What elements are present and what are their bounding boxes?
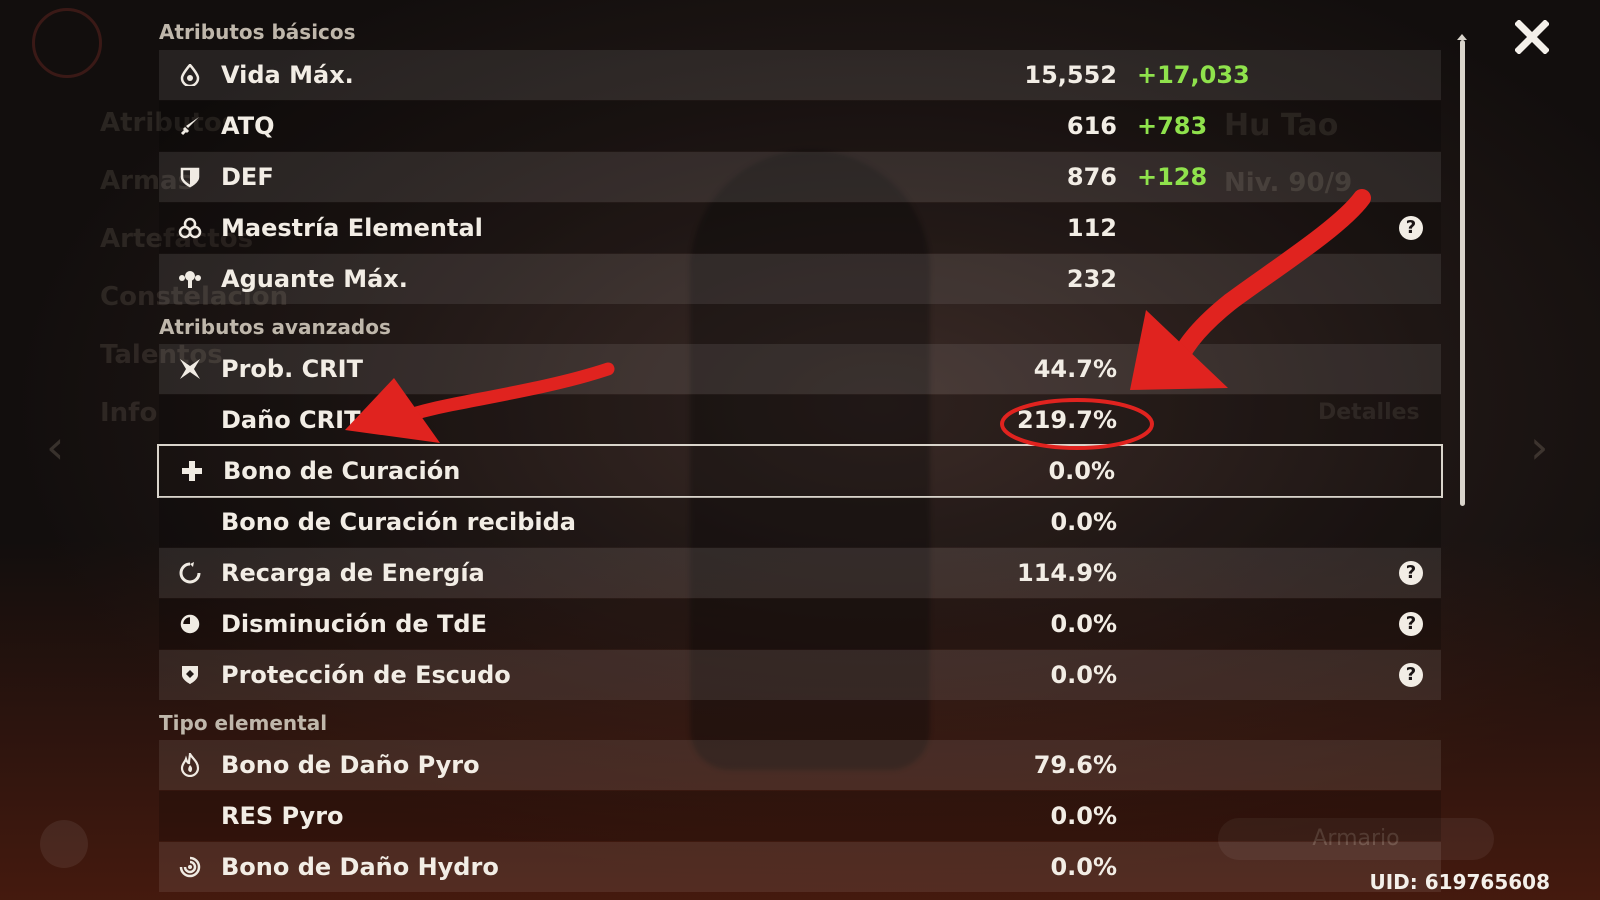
stat-row[interactable]: Daño CRIT 219.7% [159, 395, 1441, 445]
stamina-icon [177, 266, 203, 292]
menu-grid-icon [40, 820, 88, 868]
stat-value: 114.9% [1017, 559, 1117, 587]
cooldown-icon [177, 611, 203, 637]
elemental-mastery-icon [177, 215, 203, 241]
help-icon[interactable]: ? [1399, 612, 1423, 636]
stat-row-selected[interactable]: Bono de Curación 0.0% [157, 444, 1443, 498]
shield-strength-icon [177, 662, 203, 688]
uid-label: UID: 619765608 [1369, 870, 1551, 894]
stat-row[interactable]: Maestría Elemental 112 ? [159, 203, 1441, 253]
stat-value: 44.7% [1033, 355, 1117, 383]
close-button[interactable] [1512, 19, 1552, 60]
stat-label: Bono de Daño Hydro [221, 853, 499, 881]
scrollbar[interactable] [1460, 40, 1465, 506]
stat-row[interactable]: Bono de Daño Hydro 0.0% [159, 842, 1441, 892]
stat-row[interactable]: DEF 876 +128 [159, 152, 1441, 202]
shield-icon [177, 164, 203, 190]
stat-value: 0.0% [1050, 802, 1117, 830]
plus-icon [179, 458, 205, 484]
stat-bonus: +783 [1137, 112, 1208, 140]
section-elemental-title: Tipo elemental [159, 711, 328, 735]
sword-icon [177, 113, 203, 139]
stat-label: Aguante Máx. [221, 265, 408, 293]
stat-row[interactable]: Prob. CRIT 44.7% [159, 344, 1441, 394]
help-icon[interactable]: ? [1399, 216, 1423, 240]
stat-row[interactable]: Bono de Curación recibida 0.0% [159, 497, 1441, 547]
crit-icon [177, 356, 203, 382]
hydro-icon [177, 854, 203, 880]
stat-label: Bono de Curación recibida [221, 508, 576, 536]
stat-row[interactable]: Bono de Daño Pyro 79.6% [159, 740, 1441, 790]
stat-label: Bono de Curación [223, 457, 461, 485]
stat-value: 0.0% [1050, 610, 1117, 638]
stat-row[interactable]: Protección de Escudo 0.0% ? [159, 650, 1441, 700]
stat-value: 0.0% [1050, 508, 1117, 536]
next-arrow-icon: › [1530, 420, 1549, 474]
stat-bonus: +17,033 [1137, 61, 1250, 89]
stat-value: 616 [1066, 112, 1117, 140]
stat-value: 112 [1066, 214, 1117, 242]
stat-value: 0.0% [1050, 853, 1117, 881]
stat-label: ATQ [221, 112, 275, 140]
help-icon[interactable]: ? [1399, 561, 1423, 585]
nav-info: Info [100, 398, 158, 428]
droplet-icon [177, 62, 203, 88]
stat-bonus: +128 [1137, 163, 1208, 191]
stat-label: Daño CRIT [221, 406, 361, 434]
stat-row[interactable]: ATQ 616 +783 [159, 101, 1441, 151]
stat-label: Recarga de Energía [221, 559, 485, 587]
stat-row[interactable]: Disminución de TdE 0.0% ? [159, 599, 1441, 649]
section-advanced-title: Atributos avanzados [159, 315, 391, 339]
close-icon [1514, 19, 1550, 55]
prev-arrow-icon: ‹ [46, 420, 65, 474]
energy-recharge-icon [177, 560, 203, 586]
stat-value: 0.0% [1050, 661, 1117, 689]
stat-row[interactable]: Recarga de Energía 114.9% ? [159, 548, 1441, 598]
stat-value: 876 [1066, 163, 1117, 191]
help-icon[interactable]: ? [1399, 663, 1423, 687]
stat-label: Vida Máx. [221, 61, 354, 89]
stat-value: 232 [1066, 265, 1117, 293]
stat-label: Prob. CRIT [221, 355, 363, 383]
stat-row[interactable]: Aguante Máx. 232 [159, 254, 1441, 304]
stat-label: Protección de Escudo [221, 661, 511, 689]
section-basic-title: Atributos básicos [159, 20, 356, 44]
stat-value: 15,552 [1024, 61, 1117, 89]
pyro-emblem-icon [32, 8, 102, 78]
stat-label: Disminución de TdE [221, 610, 487, 638]
stat-label: RES Pyro [221, 802, 344, 830]
stat-row[interactable]: RES Pyro 0.0% [159, 791, 1441, 841]
stat-value: 0.0% [1048, 457, 1115, 485]
stat-label: Maestría Elemental [221, 214, 483, 242]
stat-label: Bono de Daño Pyro [221, 751, 480, 779]
pyro-icon [177, 752, 203, 778]
stat-label: DEF [221, 163, 274, 191]
stat-value: 219.7% [1017, 406, 1117, 434]
stat-row[interactable]: Vida Máx. 15,552 +17,033 [159, 50, 1441, 100]
stat-value: 79.6% [1033, 751, 1117, 779]
